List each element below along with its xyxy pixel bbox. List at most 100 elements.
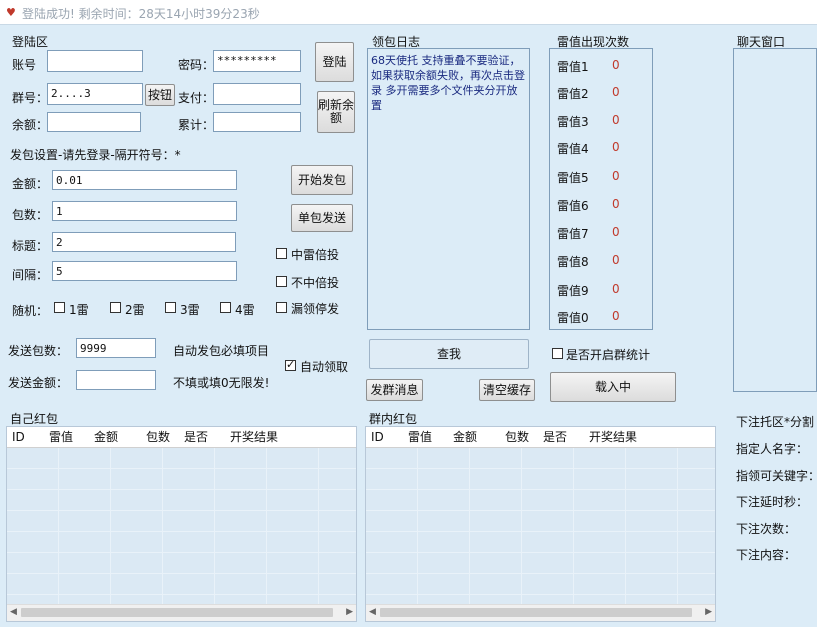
lei-value-1: 0 xyxy=(612,85,620,99)
group-packets-scrollbar[interactable]: ◀ ▶ xyxy=(366,604,715,621)
start-send-button[interactable]: 开始发包 xyxy=(291,165,353,195)
app-heart-icon: ♥ xyxy=(6,6,16,19)
send-count-input[interactable]: 9999 xyxy=(76,338,156,358)
lei-name-0: 雷值1 xyxy=(557,60,589,74)
random-1-checkbox[interactable] xyxy=(54,302,65,313)
balance-input[interactable] xyxy=(47,112,141,132)
lei-value-9: 0 xyxy=(612,309,620,323)
scroll-left-icon[interactable]: ◀ xyxy=(10,607,17,617)
lei-value-4: 0 xyxy=(612,169,620,183)
group-label: 群号： xyxy=(12,91,49,105)
lei-value-3: 0 xyxy=(612,140,620,154)
delay-label: 下注延时秒： xyxy=(736,495,809,509)
hit-double-checkbox[interactable] xyxy=(276,248,287,259)
group-packets-header: ID 雷值 金额 包数 是否 开奖结果 xyxy=(366,427,715,448)
auto-receive-checkbox[interactable] xyxy=(285,358,296,371)
interval-label: 间隔： xyxy=(12,268,49,282)
send-amount-label: 发送金额： xyxy=(8,376,69,390)
lei-value-5: 0 xyxy=(612,197,620,211)
own-packets-body xyxy=(7,448,356,605)
own-packets-title: 自己红包 xyxy=(10,412,59,426)
lei-value-6: 0 xyxy=(612,225,620,239)
single-send-button[interactable]: 单包发送 xyxy=(291,204,353,232)
password-input[interactable]: ********* xyxy=(213,50,301,72)
auto-receive-label: 自动领取 xyxy=(300,360,349,374)
miss-double-checkbox[interactable] xyxy=(276,276,287,287)
query-button[interactable]: 查我 xyxy=(369,339,529,369)
loading-button[interactable]: 载入中 xyxy=(550,372,676,402)
col-amount: 金额 xyxy=(453,430,478,444)
login-section-title: 登陆区 xyxy=(12,35,49,49)
amount-input[interactable]: 0.01 xyxy=(52,170,237,190)
random-4-checkbox[interactable] xyxy=(220,302,231,313)
login-button[interactable]: 登陆 xyxy=(315,42,354,82)
own-packets-scrollbar[interactable]: ◀ ▶ xyxy=(7,604,356,621)
pay-input[interactable] xyxy=(213,83,301,105)
random-3-checkbox[interactable] xyxy=(165,302,176,313)
random-1-label: 1雷 xyxy=(69,303,89,317)
random-label: 随机： xyxy=(12,304,49,318)
title-text: 登陆成功! 剩余时间：28天14小时39分23秒 xyxy=(22,7,260,21)
lei-value-7: 0 xyxy=(612,253,620,267)
group-packets-grid[interactable]: ID 雷值 金额 包数 是否 开奖结果 ◀ ▶ xyxy=(365,426,716,622)
send-count-label: 发送包数： xyxy=(8,344,69,358)
random-3-label: 3雷 xyxy=(180,303,200,317)
lei-name-1: 雷值2 xyxy=(557,87,589,101)
scroll-right-icon[interactable]: ▶ xyxy=(705,607,712,617)
log-textarea[interactable]: 68天使托 支持重叠不要验证，如果获取余额失败，再次点击登录 多开需要多个文件夹… xyxy=(367,48,530,330)
keyword-label: 指领可关键字： xyxy=(736,469,817,483)
balance-label: 余额： xyxy=(12,118,49,132)
title-label: 标题： xyxy=(12,239,49,253)
send-amount-input[interactable] xyxy=(76,370,156,390)
content-label: 下注内容： xyxy=(736,548,797,562)
lei-value-2: 0 xyxy=(612,113,620,127)
lei-value-8: 0 xyxy=(612,282,620,296)
group-input[interactable]: 2....3 xyxy=(47,83,143,105)
group-stats-checkbox[interactable] xyxy=(552,348,563,359)
title-input[interactable]: 2 xyxy=(52,232,236,252)
no-limit-note: 不填或填0无限发! xyxy=(173,376,270,390)
col-amount: 金额 xyxy=(94,430,119,444)
lei-name-9: 雷值0 xyxy=(557,311,589,325)
lei-name-7: 雷值8 xyxy=(557,255,589,269)
random-2-checkbox[interactable] xyxy=(110,302,121,313)
scroll-thumb[interactable] xyxy=(21,608,333,617)
count-label: 包数： xyxy=(12,208,49,222)
clear-cache-button[interactable]: 清空缓存 xyxy=(479,379,535,401)
interval-input[interactable]: 5 xyxy=(52,261,237,281)
col-count: 包数 xyxy=(146,430,171,444)
lei-name-6: 雷值7 xyxy=(557,227,589,241)
refresh-balance-button[interactable]: 刷新余额 xyxy=(317,91,355,133)
account-input[interactable] xyxy=(47,50,143,72)
amount-label: 金额： xyxy=(12,177,49,191)
col-result: 开奖结果 xyxy=(230,430,279,444)
hit-double-label: 中雷倍投 xyxy=(291,248,340,262)
miss-stop-checkbox[interactable] xyxy=(276,302,287,313)
bet-zone-label: 下注托区*分割 xyxy=(736,415,815,429)
group-packets-body xyxy=(366,448,715,605)
col-lei: 雷值 xyxy=(408,430,433,444)
miss-double-label: 不中倍投 xyxy=(291,276,340,290)
lei-value-0: 0 xyxy=(612,58,620,72)
group-button[interactable]: 按钮 xyxy=(145,84,175,106)
group-stats-label: 是否开启群统计 xyxy=(566,348,651,362)
title-bar: ♥ 登陆成功! 剩余时间：28天14小时39分23秒 xyxy=(0,0,817,25)
target-name-label: 指定人名字： xyxy=(736,442,809,456)
col-whether: 是否 xyxy=(543,430,568,444)
col-id: ID xyxy=(371,430,384,444)
own-packets-grid[interactable]: ID 雷值 金额 包数 是否 开奖结果 ◀ ▶ xyxy=(6,426,357,622)
scroll-thumb[interactable] xyxy=(380,608,692,617)
total-input[interactable] xyxy=(213,112,301,132)
random-2-label: 2雷 xyxy=(125,303,145,317)
scroll-right-icon[interactable]: ▶ xyxy=(346,607,353,617)
times-label: 下注次数： xyxy=(736,522,797,536)
scroll-left-icon[interactable]: ◀ xyxy=(369,607,376,617)
col-count: 包数 xyxy=(505,430,530,444)
lei-name-2: 雷值3 xyxy=(557,115,589,129)
col-lei: 雷值 xyxy=(49,430,74,444)
chat-window[interactable] xyxy=(733,48,817,392)
send-section-title: 发包设置-请先登录-隔开符号：* xyxy=(10,148,181,162)
total-label: 累计： xyxy=(178,118,215,132)
count-input[interactable]: 1 xyxy=(52,201,237,221)
send-group-msg-button[interactable]: 发群消息 xyxy=(366,379,423,401)
